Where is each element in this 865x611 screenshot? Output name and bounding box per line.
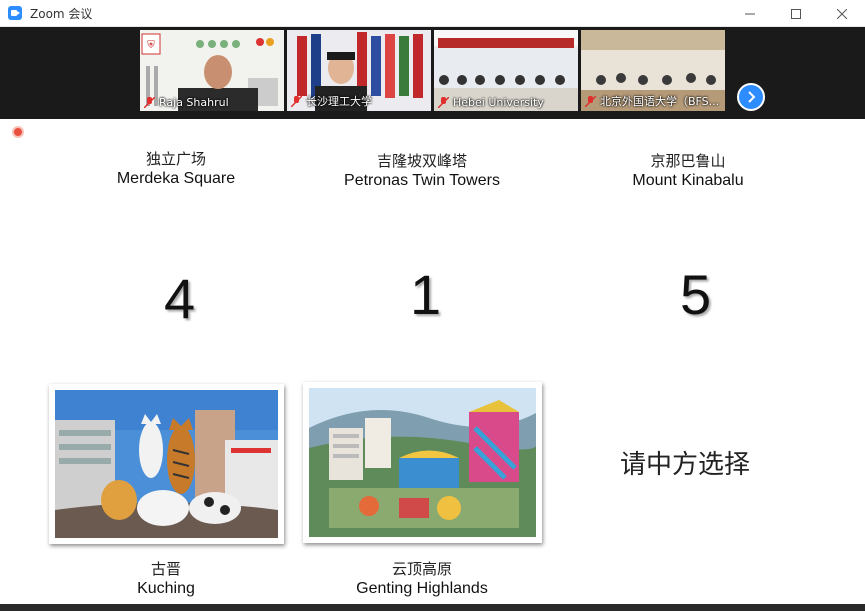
participant-tile[interactable]: 长沙理工大学 (287, 30, 431, 111)
svg-text:⛨: ⛨ (147, 40, 155, 51)
participant-name-tag: 北京外国语大学（BFS... (585, 93, 719, 109)
option-number: 5 (680, 263, 712, 326)
option-zh: 独立广场 (145, 150, 206, 168)
close-button[interactable] (819, 0, 865, 27)
option-label-kinabalu: 京那巴鲁山 Mount Kinabalu (598, 151, 778, 191)
participant-name: Hebei University (453, 96, 544, 109)
photo-en: Kuching (137, 580, 195, 597)
participant-tile[interactable]: Hebei University (434, 30, 578, 111)
muted-mic-icon (438, 97, 449, 108)
close-icon (837, 8, 847, 19)
participant-gallery: ⛨ Raja Shahrul 长沙理工大学 Hebei University 北… (0, 27, 865, 119)
option-en: Petronas Twin Towers (344, 172, 500, 189)
participant-tile[interactable]: ⛨ Raja Shahrul (140, 30, 284, 111)
muted-mic-icon (291, 95, 302, 107)
option-en: Merdeka Square (116, 170, 236, 187)
photo-label-kuching: 古晋 Kuching (96, 559, 236, 599)
participant-name-tag: 长沙理工大学 (291, 93, 372, 109)
bottom-edge (0, 604, 865, 611)
selection-prompt: 请中方选择 (620, 450, 751, 480)
maximize-button[interactable] (773, 0, 819, 27)
participant-name: Raja Shahrul (159, 96, 229, 109)
participant-name: 长沙理工大学 (306, 95, 372, 108)
photo-zh: 古晋 (150, 560, 181, 578)
muted-mic-icon (585, 95, 596, 107)
option-number: 4 (164, 267, 196, 330)
kuching-cat-statue-image (55, 390, 278, 538)
photo-genting (303, 382, 542, 543)
participant-name-tag: Raja Shahrul (144, 96, 229, 109)
window-controls (727, 0, 865, 27)
photo-label-genting: 云顶高原 Genting Highlands (336, 559, 508, 599)
minimize-icon (745, 13, 755, 14)
participant-tile[interactable]: 北京外国语大学（BFS... (581, 30, 725, 111)
photo-en: Genting Highlands (356, 580, 488, 597)
photo-kuching (49, 384, 284, 544)
option-label-petronas: 吉隆坡双峰塔 Petronas Twin Towers (322, 151, 522, 191)
option-zh: 京那巴鲁山 (650, 152, 726, 170)
option-zh: 吉隆坡双峰塔 (376, 152, 467, 170)
recording-icon (12, 126, 24, 138)
genting-highlands-image (309, 388, 538, 537)
gallery-next-button[interactable] (737, 83, 765, 111)
title-bar: Zoom 会议 (0, 0, 865, 27)
photo-zh: 云顶高原 (391, 560, 452, 578)
option-en: Mount Kinabalu (632, 172, 744, 189)
maximize-icon (791, 8, 801, 19)
option-label-merdeka: 独立广场 Merdeka Square (86, 149, 266, 189)
participant-name: 北京外国语大学（BFS... (600, 95, 720, 108)
window-title: Zoom 会议 (30, 6, 93, 21)
option-number: 1 (410, 263, 442, 326)
shared-screen: 独立广场 Merdeka Square 吉隆坡双峰塔 Petronas Twin… (0, 119, 865, 611)
chevron-right-icon (748, 91, 756, 103)
muted-mic-icon (144, 97, 155, 108)
participant-name-tag: Hebei University (438, 96, 544, 109)
zoom-app-icon (8, 6, 22, 20)
minimize-button[interactable] (727, 0, 773, 27)
